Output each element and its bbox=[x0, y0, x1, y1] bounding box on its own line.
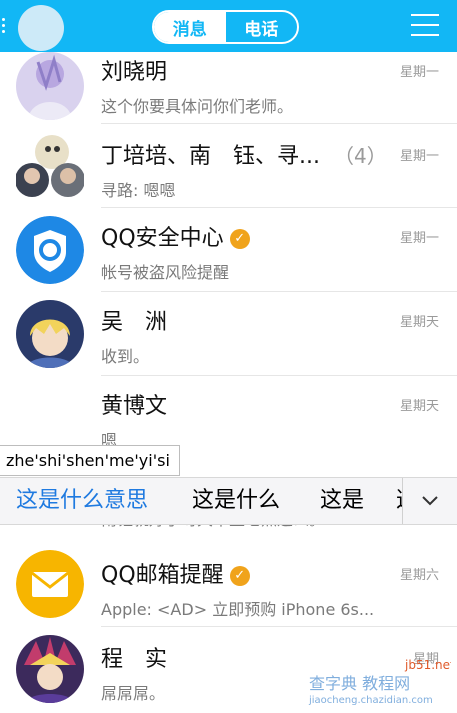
message-time: 星期一 bbox=[399, 231, 439, 246]
message-time: 星期天 bbox=[399, 399, 439, 414]
chevron-down-icon bbox=[422, 496, 438, 506]
member-count: （4） bbox=[333, 144, 387, 168]
message-preview: 收到。 bbox=[101, 347, 150, 366]
conversation-row[interactable]: QQ邮箱提醒 ✓ 星期六 Apple: <AD> 立即预购 iPhone 6s..… bbox=[0, 542, 457, 627]
message-preview: 寻路: 嗯嗯 bbox=[101, 181, 176, 200]
conversation-row[interactable]: 丁培培、南 钰、寻... （4） 星期一 寻路: 嗯嗯 bbox=[0, 124, 457, 208]
ime-candidate[interactable]: 这是什么 bbox=[192, 478, 280, 524]
ime-candidate[interactable]: 这是什么意思 bbox=[16, 478, 148, 524]
conversation-row[interactable]: QQ安全中心 ✓ 星期一 帐号被盗风险提醒 bbox=[0, 208, 457, 292]
contact-name: QQ安全中心 ✓ bbox=[101, 220, 250, 252]
conversation-row[interactable]: 吴 洲 星期天 收到。 bbox=[0, 292, 457, 376]
contact-name: 程 实 bbox=[101, 647, 168, 672]
contact-avatar bbox=[16, 635, 84, 703]
verified-badge-icon: ✓ bbox=[229, 229, 250, 249]
message-call-segmented-control: 消息 电话 bbox=[152, 10, 299, 44]
message-time: 星期六 bbox=[399, 568, 439, 583]
message-time: 星期天 bbox=[399, 315, 439, 330]
verified-badge-icon: ✓ bbox=[229, 566, 250, 586]
app-header: 消息 电话 bbox=[0, 0, 457, 52]
expand-candidates-button[interactable] bbox=[402, 478, 457, 524]
message-preview: Apple: <AD> 立即预购 iPhone 6s... bbox=[101, 600, 375, 619]
mailbox-avatar bbox=[16, 550, 84, 618]
message-time: 星期一 bbox=[399, 149, 439, 164]
tab-calls[interactable]: 电话 bbox=[226, 12, 298, 42]
contact-name: QQ邮箱提醒 ✓ bbox=[101, 557, 250, 589]
security-center-avatar bbox=[16, 216, 84, 284]
contact-name: 吴 洲 bbox=[101, 310, 168, 335]
tab-messages[interactable]: 消息 bbox=[154, 12, 226, 42]
contact-name: 黄博文 bbox=[101, 394, 168, 419]
contact-avatar bbox=[16, 52, 84, 120]
message-preview: 帐号被盗风险提醒 bbox=[101, 263, 230, 282]
group-name: 丁培培、南 钰、寻... （4） bbox=[101, 144, 387, 169]
message-preview: 这个你要具体问你们老师。 bbox=[101, 97, 294, 116]
message-time: 星期一 bbox=[399, 65, 439, 80]
svg-text:jb51.net: jb51.net bbox=[404, 658, 451, 672]
menu-icon[interactable] bbox=[411, 14, 439, 38]
site-watermark: jb51.net 查字典 教程网 jiaocheng.chazidian.com bbox=[301, 655, 455, 707]
group-avatar bbox=[15, 134, 85, 202]
contact-avatar bbox=[16, 300, 84, 368]
svg-text:查字典 教程网: 查字典 教程网 bbox=[309, 674, 410, 693]
my-avatar[interactable] bbox=[18, 5, 64, 51]
ime-candidate[interactable]: 这是 bbox=[320, 478, 364, 524]
ime-pinyin-composition: zhe'shi'shen'me'yi'si bbox=[0, 445, 180, 476]
contact-name: 刘晓明 bbox=[101, 60, 168, 85]
svg-text:jiaocheng.chazidian.com: jiaocheng.chazidian.com bbox=[308, 695, 433, 706]
watermark-logo: jb51.net 查字典 教程网 jiaocheng.chazidian.com bbox=[308, 658, 455, 706]
status-dots bbox=[2, 18, 6, 34]
message-preview: 屌屌屌。 bbox=[101, 684, 166, 703]
ime-candidate-bar: 这是什么意思 这是什么 这是 这 bbox=[0, 477, 457, 525]
